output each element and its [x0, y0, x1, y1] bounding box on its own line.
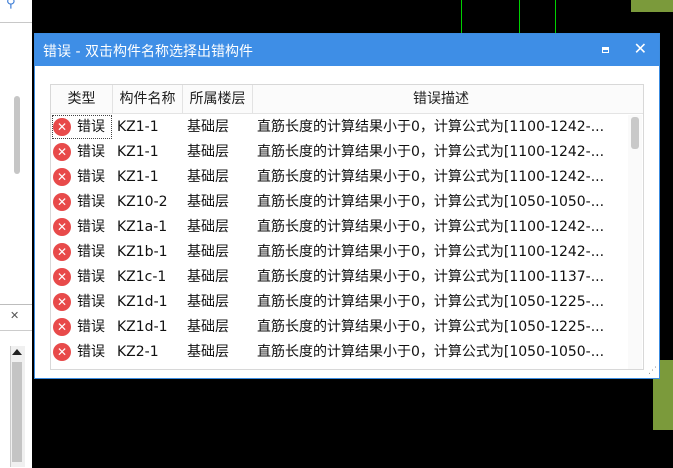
cad-line [555, 0, 556, 34]
cell-component-name[interactable]: KZ1c-1 [117, 265, 181, 290]
cell-floor: 基础层 [187, 244, 229, 260]
error-icon: ✕ [53, 118, 71, 136]
cell-type: 错误 [77, 269, 105, 285]
cell-component-name[interactable]: KZ1d-1 [117, 290, 181, 315]
cell-component-name[interactable]: KZ1-1 [117, 115, 181, 140]
cad-shape [631, 0, 673, 12]
cell-component-name[interactable]: KZ10-2 [117, 190, 181, 215]
cell-description: 直筋长度的计算结果小于0，计算公式为[1100-1242-... [257, 119, 605, 135]
cell-floor: 基础层 [187, 269, 229, 285]
cell-type: 错误 [77, 194, 105, 210]
cell-component-name[interactable]: KZ1b-1 [117, 240, 181, 265]
cell-description: 直筋长度的计算结果小于0，计算公式为[1100-1137-... [257, 269, 605, 285]
table-row[interactable]: ✕ 错误 KZ2-1 基础层 直筋长度的计算结果小于0，计算公式为[1050-1050-… [51, 340, 629, 365]
cell-type: 错误 [77, 219, 105, 235]
resize-grip-icon[interactable]: ⋰ [648, 366, 657, 376]
cad-line [461, 0, 462, 34]
cell-type: 错误 [77, 244, 105, 260]
cell-description: 直筋长度的计算结果小于0，计算公式为[1100-1242-... [257, 169, 605, 185]
column-header-description[interactable]: 错误描述 [253, 85, 629, 113]
error-icon: ✕ [53, 143, 71, 161]
table-row[interactable]: ✕ 错误 KZ1d-1 基础层 直筋长度的计算结果小于0，计算公式为[1050-1225… [51, 290, 629, 315]
error-list: 类型 构件名称 所属楼层 错误描述 ✕ 错误 KZ1-1 基础层 直筋长度的计算结果小于… [50, 84, 644, 370]
cell-component-name[interactable]: KZ1-1 [117, 140, 181, 165]
error-icon: ✕ [53, 218, 71, 236]
cell-floor: 基础层 [187, 169, 229, 185]
table-row[interactable]: ✕ 错误 KZ1-1 基础层 直筋长度的计算结果小于0，计算公式为[1100-1242-… [51, 115, 629, 140]
cell-component-name[interactable]: KZ1a-1 [117, 215, 181, 240]
table-row[interactable]: ✕ 错误 KZ1d-1 基础层 直筋长度的计算结果小于0，计算公式为[1050-1225… [51, 315, 629, 340]
cell-component-name[interactable]: KZ1d-1 [117, 315, 181, 340]
close-icon[interactable]: ✕ [634, 40, 647, 58]
cell-floor: 基础层 [187, 294, 229, 310]
error-icon: ✕ [53, 168, 71, 186]
cell-description: 直筋长度的计算结果小于0，计算公式为[1100-1242-... [257, 144, 605, 160]
left-panel-scrollbar[interactable] [14, 96, 20, 174]
cell-type: 错误 [77, 144, 105, 160]
error-icon: ✕ [53, 268, 71, 286]
cell-description: 直筋长度的计算结果小于0，计算公式为[1050-1225-... [257, 319, 605, 335]
error-icon: ✕ [53, 318, 71, 336]
table-row[interactable]: ✕ 错误 KZ1b-1 基础层 直筋长度的计算结果小于0，计算公式为[1100-1242… [51, 240, 629, 265]
lower-scroll-thumb[interactable] [12, 362, 22, 462]
cell-description: 直筋长度的计算结果小于0，计算公式为[1100-1242-... [257, 219, 605, 235]
error-icon: ✕ [53, 343, 71, 361]
column-header-name[interactable]: 构件名称 [113, 85, 183, 113]
error-icon: ✕ [53, 193, 71, 211]
cell-type: 错误 [77, 344, 105, 360]
maximize-icon[interactable] [602, 47, 609, 53]
cell-floor: 基础层 [187, 319, 229, 335]
cell-component-name[interactable]: KZ2-1 [117, 340, 181, 365]
column-header-type[interactable]: 类型 [51, 85, 113, 113]
cell-type: 错误 [77, 319, 105, 335]
list-scrollbar[interactable] [628, 115, 642, 369]
column-header-floor[interactable]: 所属楼层 [183, 85, 253, 113]
left-panel-toolbar: ⚲ [0, 0, 32, 23]
cell-floor: 基础层 [187, 219, 229, 235]
cell-floor: 基础层 [187, 194, 229, 210]
cad-line [519, 0, 520, 34]
cell-component-name[interactable]: KZ1-1 [117, 165, 181, 190]
panel-divider [0, 304, 32, 305]
cell-floor: 基础层 [187, 144, 229, 160]
scroll-up-arrow-icon[interactable] [12, 349, 22, 355]
panel-close-icon[interactable]: ✕ [10, 309, 19, 322]
dialog-titlebar[interactable]: 错误 - 双击构件名称选择出错构件 ✕ [35, 34, 659, 66]
cell-type: 错误 [77, 294, 105, 310]
cell-floor: 基础层 [187, 119, 229, 135]
table-row[interactable]: ✕ 错误 KZ1-1 基础层 直筋长度的计算结果小于0，计算公式为[1100-1242-… [51, 140, 629, 165]
error-dialog: 错误 - 双击构件名称选择出错构件 ✕ 类型 构件名称 所属楼层 错误描述 ✕ 错… [34, 33, 660, 379]
cell-description: 直筋长度的计算结果小于0，计算公式为[1050-1225-... [257, 294, 605, 310]
table-row[interactable]: ✕ 错误 KZ1a-1 基础层 直筋长度的计算结果小于0，计算公式为[1100-1242… [51, 215, 629, 240]
cell-description: 直筋长度的计算结果小于0，计算公式为[1100-1242-... [257, 244, 605, 260]
table-row[interactable]: ✕ 错误 KZ10-2 基础层 直筋长度的计算结果小于0，计算公式为[1050-1050… [51, 190, 629, 215]
error-icon: ✕ [53, 293, 71, 311]
search-icon[interactable]: ⚲ [6, 0, 16, 11]
table-row[interactable]: ✕ 错误 KZ1c-1 基础层 直筋长度的计算结果小于0，计算公式为[1100-1137… [51, 265, 629, 290]
cell-floor: 基础层 [187, 344, 229, 360]
table-row[interactable]: ✕ 错误 KZ1-1 基础层 直筋长度的计算结果小于0，计算公式为[1100-1242-… [51, 165, 629, 190]
list-scroll-thumb[interactable] [631, 117, 639, 149]
cell-description: 直筋长度的计算结果小于0，计算公式为[1050-1050-... [257, 344, 605, 360]
cell-type: 错误 [77, 169, 105, 185]
error-icon: ✕ [53, 243, 71, 261]
cell-description: 直筋长度的计算结果小于0，计算公式为[1050-1050-... [257, 194, 605, 210]
cell-type: 错误 [77, 119, 105, 135]
list-header: 类型 构件名称 所属楼层 错误描述 [51, 85, 643, 114]
dialog-title: 错误 - 双击构件名称选择出错构件 [43, 44, 253, 60]
